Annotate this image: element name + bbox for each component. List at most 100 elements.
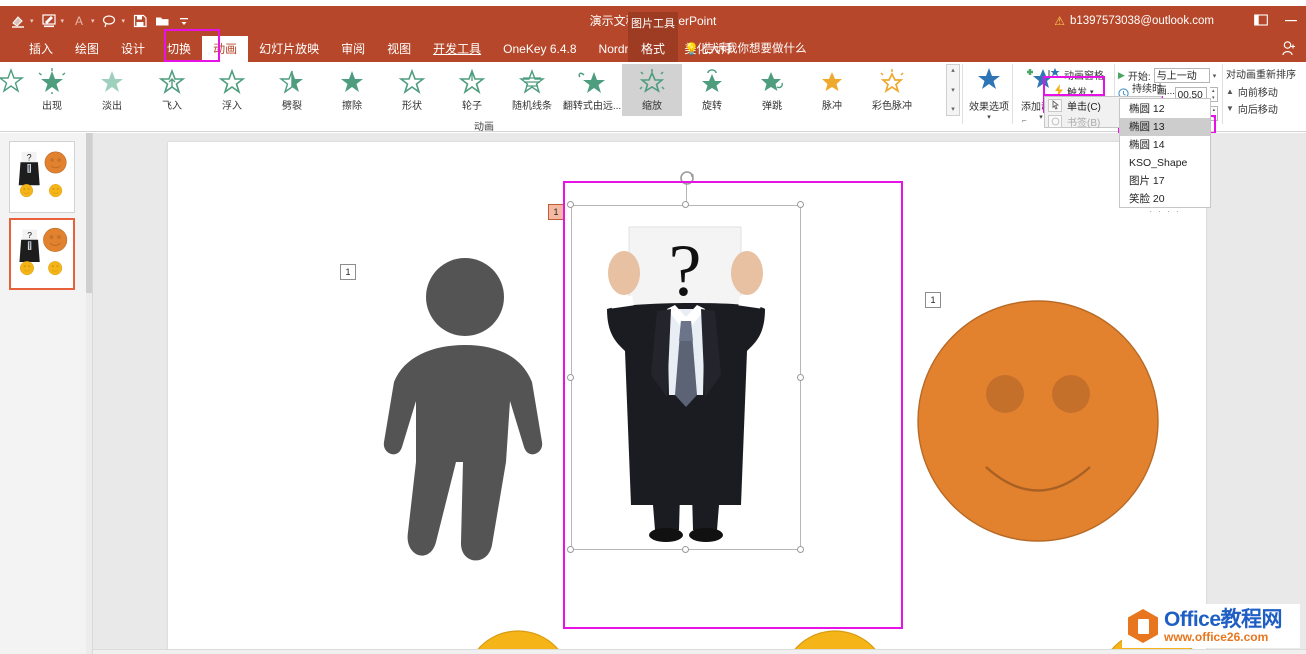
- tab-format[interactable]: 格式: [628, 36, 678, 62]
- appear-icon: [37, 66, 67, 96]
- flyin-icon: [157, 66, 187, 96]
- gallery-item-bounce[interactable]: 弹跳: [742, 64, 802, 116]
- bookmark-icon: [1048, 114, 1062, 128]
- split-icon: [277, 66, 307, 96]
- trigger-shape-submenu[interactable]: 椭圆 12 椭圆 13 椭圆 14 KSO_Shape 图片 17 笑脸 20 …: [1119, 98, 1211, 216]
- slide-thumbnail-pane[interactable]: ? ?: [0, 133, 93, 654]
- thumbnail-scrollbar[interactable]: [86, 133, 92, 654]
- gallery-label-wipe: 擦除: [342, 101, 362, 112]
- colorpulse-icon: [877, 66, 907, 96]
- delay-spin-down-icon[interactable]: ▾: [1211, 114, 1217, 121]
- gallery-scroll-up-icon[interactable]: ▴: [951, 65, 955, 76]
- minimize-icon[interactable]: [1284, 14, 1298, 29]
- gallery-item-colorpulse[interactable]: 彩色脉冲: [862, 64, 922, 116]
- handle-top-left[interactable]: [567, 201, 574, 208]
- gallery-item-partial[interactable]: [0, 64, 24, 116]
- group-label-animation: 动画: [474, 122, 494, 133]
- picture-tools-context-tab: 图片工具 格式: [628, 12, 678, 62]
- fade-icon: [97, 66, 127, 96]
- submenu-item-kso-shape[interactable]: KSO_Shape: [1120, 154, 1210, 172]
- zoom-animation-icon: [636, 66, 668, 96]
- gallery-label-appear: 出现: [42, 101, 62, 112]
- tell-me-label[interactable]: 告诉我你想要做什么: [703, 36, 807, 62]
- play-icon: ▶: [1118, 70, 1125, 80]
- tab-transitions[interactable]: 切换: [156, 36, 202, 62]
- tab-draw[interactable]: 绘图: [64, 36, 110, 62]
- handle-bottom-center[interactable]: [682, 546, 689, 553]
- handle-bottom-left[interactable]: [567, 546, 574, 553]
- move-later-button[interactable]: ▼ 向后移动: [1226, 100, 1304, 117]
- animation-gallery[interactable]: 出现 淡出 飞入 浮入 劈裂 擦除 形状 轮子 随机线条 翻转式由远... 缩放…: [0, 64, 946, 116]
- gallery-label-split: 劈裂: [282, 101, 302, 112]
- submenu-item-picture-17[interactable]: 图片 17: [1120, 172, 1210, 190]
- gray-person-pictogram[interactable]: [368, 257, 558, 582]
- submenu-item-smiley-20[interactable]: 笑脸 20: [1120, 190, 1210, 208]
- tab-onekey[interactable]: OneKey 6.4.8: [492, 36, 587, 62]
- delay-spinner[interactable]: ▴ ▾: [1210, 106, 1218, 121]
- gallery-item-floatin[interactable]: 浮入: [202, 64, 262, 116]
- slide-surface[interactable]: 1 ? 1 1: [168, 142, 1206, 654]
- tab-insert[interactable]: 插入: [18, 36, 64, 62]
- tab-design[interactable]: 设计: [110, 36, 156, 62]
- start-dropdown-caret[interactable]: ▾: [1213, 72, 1217, 80]
- tab-view[interactable]: 视图: [376, 36, 422, 62]
- window-buttons[interactable]: [1254, 6, 1298, 36]
- orange-smiley-face[interactable]: [916, 299, 1160, 543]
- tab-developer[interactable]: 开发工具: [422, 36, 492, 62]
- thumbnail-scrollbar-thumb[interactable]: [86, 133, 92, 293]
- gallery-item-split[interactable]: 劈裂: [262, 64, 322, 116]
- gallery-item-appear[interactable]: 出现: [22, 64, 82, 116]
- slide-thumbnail-1[interactable]: ?: [9, 141, 75, 213]
- handle-top-center[interactable]: [682, 201, 689, 208]
- gallery-item-flipfar[interactable]: 翻转式由远...: [562, 64, 622, 116]
- effect-options-button[interactable]: 效果选项 ▾: [966, 64, 1012, 121]
- handle-bottom-right[interactable]: [797, 546, 804, 553]
- wipe-icon: [337, 66, 367, 96]
- submenu-more-dots[interactable]: · · · ·: [1120, 208, 1210, 216]
- handle-top-right[interactable]: [797, 201, 804, 208]
- office-logo-icon: [1128, 609, 1158, 643]
- gallery-item-fade[interactable]: 淡出: [82, 64, 142, 116]
- animation-badge-picture[interactable]: 1: [548, 204, 564, 220]
- submenu-item-ellipse-12[interactable]: 椭圆 12: [1120, 100, 1210, 118]
- share-person-icon[interactable]: [1282, 40, 1296, 59]
- tell-me-box[interactable]: 💡 告诉我你想要做什么: [684, 36, 806, 62]
- move-earlier-button[interactable]: ▲ 向前移动: [1226, 83, 1304, 100]
- account-email[interactable]: b1397573038@outlook.com: [1070, 6, 1214, 36]
- gallery-scroll-controls[interactable]: ▴ ▾ ▾: [946, 64, 960, 116]
- tab-slideshow[interactable]: 幻灯片放映: [248, 36, 330, 62]
- animation-pane-button[interactable]: 动画窗格: [1048, 66, 1118, 83]
- gallery-label-wheel: 轮子: [462, 101, 482, 112]
- gallery-item-flyin[interactable]: 飞入: [142, 64, 202, 116]
- gallery-scroll-down-icon[interactable]: ▾: [951, 85, 955, 96]
- submenu-item-ellipse-13[interactable]: 椭圆 13: [1120, 118, 1210, 136]
- gallery-label-colorpulse: 彩色脉冲: [872, 101, 912, 112]
- gallery-item-randombars[interactable]: 随机线条: [502, 64, 562, 116]
- animation-badge-smiley[interactable]: 1: [925, 292, 941, 308]
- gallery-item-spin[interactable]: 旋转: [682, 64, 742, 116]
- gallery-more-icon[interactable]: ▾: [951, 104, 955, 115]
- divider-4: [1222, 64, 1223, 124]
- gallery-item-zoom[interactable]: 缩放: [622, 64, 682, 116]
- account-area[interactable]: ⚠ b1397573038@outlook.com: [1054, 6, 1214, 36]
- animation-badge-figure[interactable]: 1: [340, 264, 356, 280]
- gallery-label-floatin: 浮入: [222, 101, 242, 112]
- divider-2: [1012, 64, 1013, 124]
- gallery-item-wipe[interactable]: 擦除: [322, 64, 382, 116]
- trigger-caret[interactable]: ▾: [1090, 88, 1094, 96]
- triangle-down-icon: ▼: [1226, 104, 1234, 113]
- tab-review[interactable]: 审阅: [330, 36, 376, 62]
- tab-animations[interactable]: 动画: [202, 36, 249, 62]
- submenu-item-ellipse-14[interactable]: 椭圆 14: [1120, 136, 1210, 154]
- picture-selection-frame[interactable]: [571, 205, 801, 550]
- ribbon-tab-bar: 插入 绘图 设计 切换 动画 幻灯片放映 审阅 视图 开发工具 OneKey 6…: [0, 12, 1306, 62]
- restore-window-icon[interactable]: [1254, 13, 1268, 29]
- effect-options-caret[interactable]: ▾: [966, 113, 1012, 121]
- gallery-item-wheel[interactable]: 轮子: [442, 64, 502, 116]
- rotate-handle[interactable]: [678, 169, 694, 185]
- gallery-item-shape[interactable]: 形状: [382, 64, 442, 116]
- gallery-item-pulse[interactable]: 脉冲: [802, 64, 862, 116]
- handle-mid-left[interactable]: [567, 374, 574, 381]
- handle-mid-right[interactable]: [797, 374, 804, 381]
- slide-thumbnail-2[interactable]: ?: [9, 218, 75, 290]
